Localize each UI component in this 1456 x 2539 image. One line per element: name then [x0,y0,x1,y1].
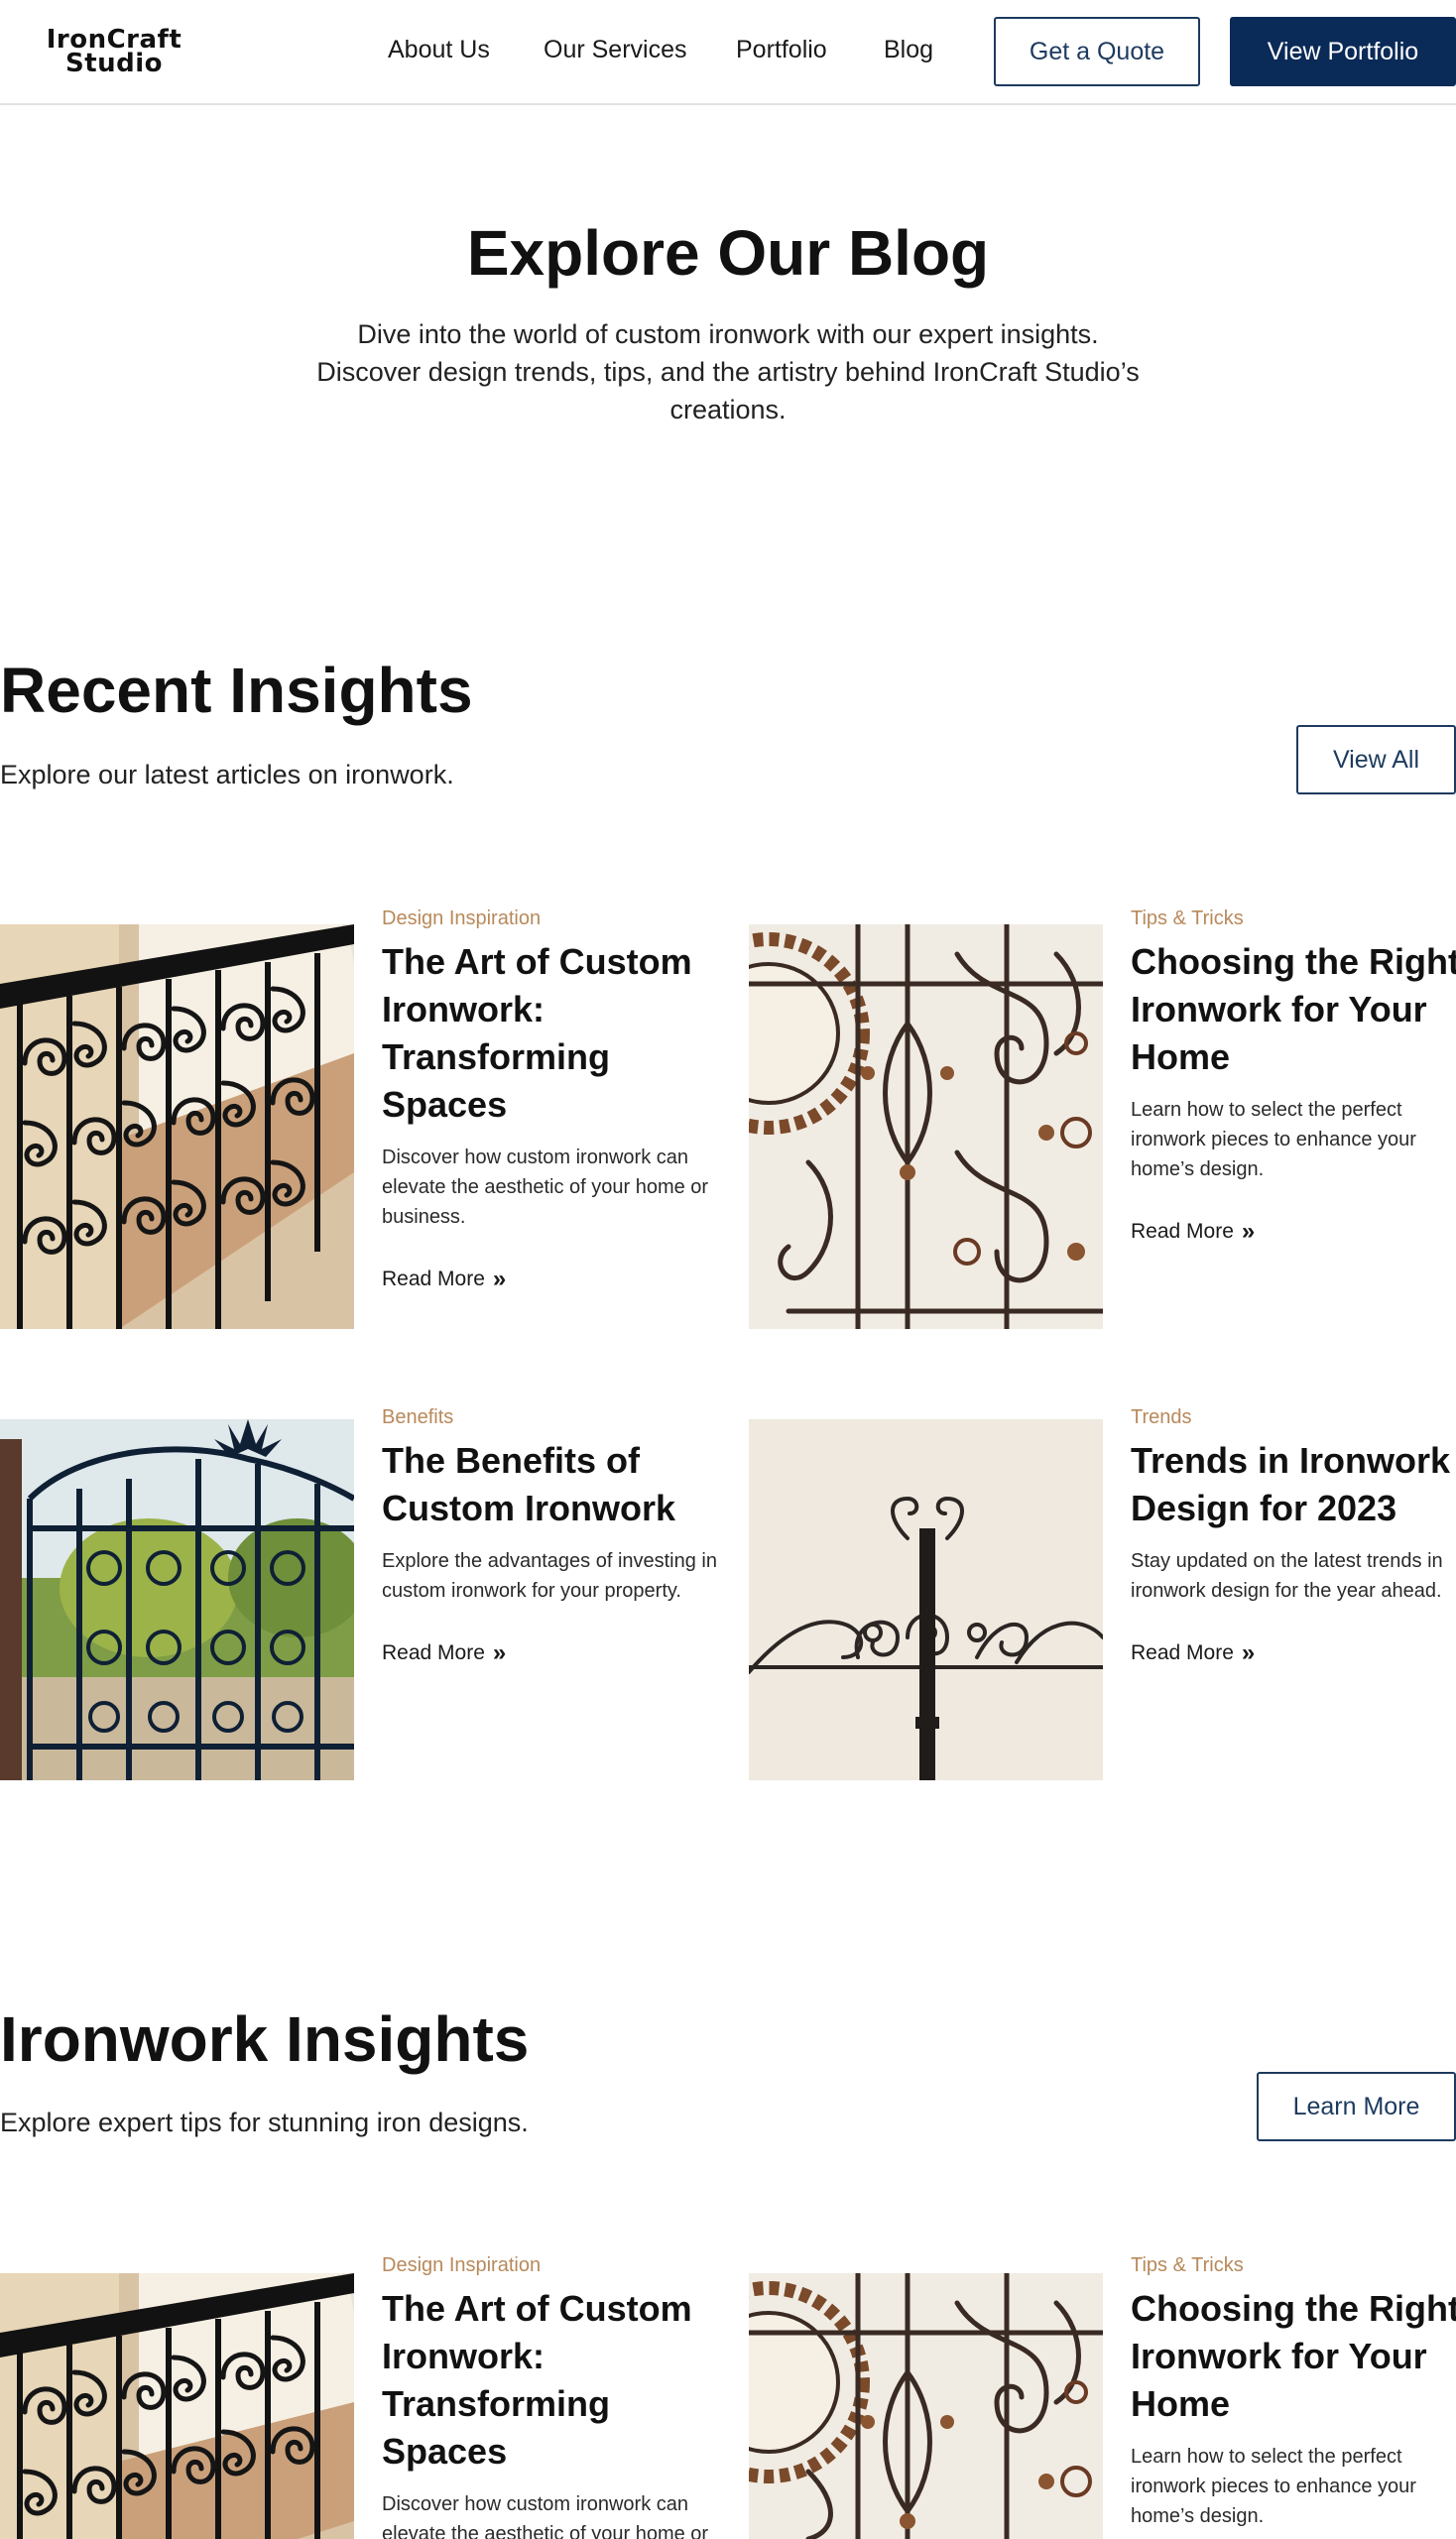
hero-subtitle: Dive into the world of custom ironwork w… [316,319,1140,424]
card-image-decorative-panel[interactable] [749,924,1103,1329]
read-more-label: Read More [382,1641,485,1664]
card-body: Tips & Tricks Choosing the Right Ironwor… [1131,2253,1456,2531]
card-description: Learn how to select the perfect ironwork… [1131,2446,1416,2527]
nav-about-us[interactable]: About Us [388,36,490,64]
recent-insights-subtitle: Explore our latest articles on ironwork. [0,760,454,789]
card-description: Explore the advantages of investing in c… [382,1550,717,1602]
recent-insights-title: Recent Insights [0,655,473,726]
card-body: Design Inspiration The Art of Custom Iro… [382,907,729,1291]
get-a-quote-button[interactable]: Get a Quote [994,17,1200,86]
nav-our-services[interactable]: Our Services [544,36,686,64]
card-title[interactable]: Choosing the Right Ironwork for Your Hom… [1131,2285,1456,2428]
card-title[interactable]: The Art of Custom Ironwork: Transforming… [382,938,729,1129]
card-image-wall-ironwork[interactable] [749,1419,1103,1780]
read-more-link[interactable]: Read More » [1131,1220,1255,1244]
blog-card: Tips & Tricks Choosing the Right Ironwor… [749,2253,1456,2539]
card-category[interactable]: Design Inspiration [382,2253,729,2277]
card-category[interactable]: Tips & Tricks [1131,907,1456,930]
card-description: Discover how custom ironwork can elevate… [382,1147,709,1228]
learn-more-button[interactable]: Learn More [1257,2072,1456,2141]
card-body: Tips & Tricks Choosing the Right Ironwor… [1131,907,1456,1244]
nav-portfolio[interactable]: Portfolio [736,36,827,64]
blog-card: Tips & Tricks Choosing the Right Ironwor… [749,907,1456,1333]
ironwork-insights-title: Ironwork Insights [0,2003,530,2075]
card-body: Design Inspiration The Art of Custom Iro… [382,2253,729,2539]
card-body: Benefits The Benefits of Custom Ironwork… [382,1405,729,1665]
card-title[interactable]: Trends in Ironwork Design for 2023 [1131,1437,1456,1532]
card-title[interactable]: The Benefits of Custom Ironwork [382,1437,729,1532]
double-chevron-right-icon: » [1241,1639,1256,1666]
card-body: Trends Trends in Ironwork Design for 202… [1131,1405,1456,1665]
card-image-iron-gate[interactable] [0,1419,354,1780]
card-description: Learn how to select the perfect ironwork… [1131,1099,1416,1180]
card-description: Stay updated on the latest trends in iro… [1131,1550,1443,1602]
nav-blog[interactable]: Blog [884,36,933,64]
read-more-label: Read More [1131,1220,1234,1243]
card-image-staircase-railing[interactable] [0,2273,354,2539]
card-category[interactable]: Design Inspiration [382,907,729,930]
blog-card: Design Inspiration The Art of Custom Iro… [0,2253,729,2539]
read-more-link[interactable]: Read More » [1131,1641,1255,1665]
site-header: IronCraft Studio About Us Our Services P… [0,0,1456,105]
double-chevron-right-icon: » [492,1266,507,1292]
card-category[interactable]: Trends [1131,1405,1456,1429]
card-image-decorative-panel[interactable] [749,2273,1103,2539]
logo[interactable]: IronCraft Studio [40,27,188,78]
card-image-staircase-railing[interactable] [0,924,354,1329]
page-title: Explore Our Blog [466,217,990,289]
read-more-label: Read More [382,1268,485,1290]
card-description: Discover how custom ironwork can elevate… [382,2493,709,2539]
blog-card: Benefits The Benefits of Custom Ironwork… [0,1405,729,1782]
card-category[interactable]: Tips & Tricks [1131,2253,1456,2277]
read-more-label: Read More [1131,1641,1234,1664]
blog-card: Design Inspiration The Art of Custom Iro… [0,907,729,1333]
blog-card: Trends Trends in Ironwork Design for 202… [749,1405,1456,1782]
read-more-link[interactable]: Read More » [382,1268,506,1291]
double-chevron-right-icon: » [1241,1218,1256,1245]
logo-line-2: Studio [64,49,164,78]
view-portfolio-button[interactable]: View Portfolio [1230,17,1456,86]
view-all-button[interactable]: View All [1296,725,1456,794]
read-more-link[interactable]: Read More » [382,1641,506,1665]
card-title[interactable]: Choosing the Right Ironwork for Your Hom… [1131,938,1456,1081]
card-category[interactable]: Benefits [382,1405,729,1429]
ironwork-insights-subtitle: Explore expert tips for stunning iron de… [0,2108,529,2137]
double-chevron-right-icon: » [492,1639,507,1666]
card-title[interactable]: The Art of Custom Ironwork: Transforming… [382,2285,729,2476]
